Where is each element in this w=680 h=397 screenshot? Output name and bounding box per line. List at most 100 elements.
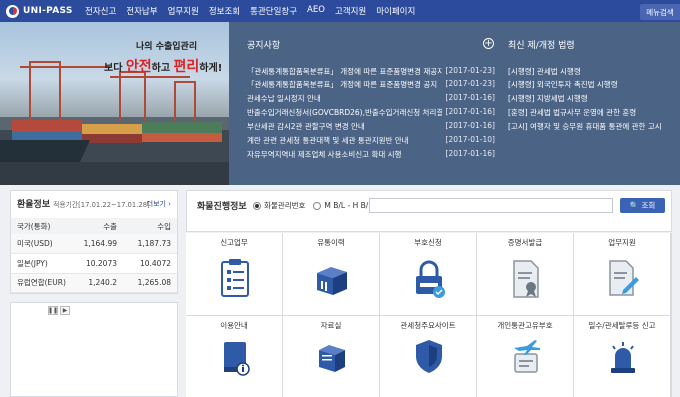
notice-panel: 공지사항 + 「관세통계통합품목분류표」 개정에 따른 표준품명변경 재공지 [2… (229, 22, 496, 185)
service-label: 관세청주요사이트 (400, 320, 456, 330)
service-declaration[interactable]: 신고업무 (186, 233, 282, 315)
radio-cargo-number-label: 화물관리번호 (264, 201, 306, 210)
law-item[interactable]: [훈령] 관세법 법규사무 운영에 관한 훈령 (508, 107, 636, 118)
service-personal-customs-code[interactable]: 개인통관고유부호 (477, 315, 573, 397)
law-panel: 최신 제/개정 법령 [시행령] 관세법 시행령 [시행령] 외국인투자 촉진법… (496, 22, 680, 185)
col-export: 수출 (69, 218, 123, 234)
exchange-title: 환율정보 (17, 200, 51, 210)
play-icon[interactable]: ▶ (60, 306, 70, 315)
menu-my-page[interactable]: 마이페이지 (371, 5, 420, 17)
exchange-period: 적용기간[17.01.22~17.01.28] (53, 201, 150, 209)
radio-bl-number-label: M B/L - H B/L (324, 201, 373, 210)
top-navigation-bar: UNI-PASS 전자신고 전자납부 업무지원 정보조회 통관단일창구 AEO … (0, 0, 680, 22)
service-label: 부호신청 (414, 238, 442, 247)
country-cell: 일본(JPY) (11, 253, 69, 274)
tracking-title: 화물진행정보 (197, 202, 247, 212)
service-label: 신고업무 (220, 238, 248, 247)
search-button[interactable]: 🔍 조회 (620, 198, 665, 213)
service-library[interactable]: 자료실 (283, 315, 379, 397)
service-label: 업무지원 (608, 238, 636, 247)
radio-cargo-number[interactable] (253, 201, 261, 210)
report-icon (221, 259, 249, 297)
menu-work-support[interactable]: 업무지원 (163, 5, 204, 17)
notice-item[interactable]: 「관세통계통합품목분류표」 개정에 따른 표준품명변경 공지 [2017-01-2… (247, 79, 495, 92)
tracking-options: 화물관리번호 M B/L - H B/L (253, 200, 372, 211)
service-major-sites[interactable]: 관세청주요사이트 (380, 315, 476, 397)
import-cell: 10.4072 (123, 253, 177, 274)
certificate-icon (513, 260, 539, 298)
notice-item[interactable]: 자유무역지역내 제조업체 사용소비신고 확대 시행 [2017-01-16] (247, 149, 495, 162)
menu-single-window[interactable]: 통관단일창구 (245, 5, 302, 17)
service-label: 유통이력 (317, 238, 345, 247)
plus-icon[interactable]: + (483, 38, 494, 49)
logo-text: UNI-PASS (23, 6, 73, 16)
service-certificate[interactable]: 증명서발급 (477, 233, 573, 315)
import-cell: 1,187.73 (123, 234, 177, 254)
col-country: 국가(통화) (11, 218, 69, 234)
exchange-table: 국가(통화) 수출 수입 미국(USD) 1,164.99 1,187.73 일… (11, 218, 177, 293)
hero-headline: 나의 수출입관리 (136, 42, 198, 52)
boxes-icon (317, 267, 347, 295)
country-cell: 미국(USD) (11, 234, 69, 254)
menu-e-declaration[interactable]: 전자신고 (80, 5, 121, 17)
hero-slogan: 보다 안전하고 편리하게! (104, 59, 223, 75)
siren-icon (611, 341, 635, 373)
law-title: 최신 제/개정 법령 (508, 41, 575, 51)
notice-item[interactable]: 부산세관 감시2관 관할구역 변경 안내 [2017-01-16] (247, 121, 495, 134)
logo[interactable]: UNI-PASS (0, 4, 80, 18)
banner-controls: ❚❚ ▶ (48, 306, 70, 315)
law-item[interactable]: [고시] 여행자 및 승무원 휴대품 통관에 관한 고시 (508, 121, 662, 132)
service-label: 이용안내 (220, 320, 248, 330)
service-distribution-history[interactable]: 유통이력 (283, 233, 379, 315)
lock-icon (416, 260, 445, 298)
export-cell: 10.2073 (69, 253, 123, 274)
export-cell: 1,164.99 (69, 234, 123, 254)
books-icon (319, 344, 345, 372)
pause-icon[interactable]: ❚❚ (48, 306, 58, 315)
notice-item[interactable]: 「관세통계통합품목분류표」 개정에 따른 표준품명변경 재공지 [2017-01-… (247, 66, 495, 79)
shield-icon (416, 339, 442, 373)
menu-aeo[interactable]: AEO (302, 5, 330, 17)
notice-item[interactable]: 계란 관련 관세청 통관대책 및 세관 통관지원반 안내 [2017-01-10] (247, 135, 495, 148)
table-row: 유럽연합(EUR) 1,240.2 1,265.08 (11, 273, 177, 293)
service-smuggling-report[interactable]: 밀수/관세탈루등 신고 (574, 315, 670, 397)
radio-bl-number[interactable] (313, 201, 322, 210)
import-cell: 1,265.08 (123, 273, 177, 293)
government-emblem-icon (6, 4, 19, 18)
banner-rotator: ❚❚ ▶ (10, 302, 178, 397)
table-header-row: 국가(통화) 수출 수입 (11, 218, 177, 234)
country-cell: 유럽연합(EUR) (11, 273, 69, 293)
notice-title: 공지사항 (247, 41, 281, 51)
menu-e-payment[interactable]: 전자납부 (121, 5, 162, 17)
law-item[interactable]: [시행령] 지방세법 시행령 (508, 93, 588, 104)
menu-info-inquiry[interactable]: 정보조회 (204, 5, 245, 17)
exchange-rate-panel: 환율정보 적용기간[17.01.22~17.01.28] 더보기 › 국가(통화… (10, 190, 178, 294)
law-item[interactable]: [시행령] 외국인투자 촉진법 시행령 (508, 79, 618, 90)
export-cell: 1,240.2 (69, 273, 123, 293)
service-work-support[interactable]: 업무지원 (574, 233, 670, 315)
tracking-input[interactable] (369, 198, 613, 213)
service-label: 자료실 (320, 320, 342, 330)
cargo-tracking-panel: 화물진행정보 화물관리번호 M B/L - H B/L 🔍 조회 (186, 190, 672, 232)
document-pen-icon (609, 260, 639, 296)
hero-banner[interactable]: 나의 수출입관리 보다 안전하고 편리하게! (0, 22, 229, 185)
table-row: 일본(JPY) 10.2073 10.4072 (11, 253, 177, 274)
service-label: 밀수/관세탈루등 신고 (588, 320, 656, 330)
menu-search-button[interactable]: 메뉴검색 (640, 4, 680, 20)
exchange-header: 환율정보 적용기간[17.01.22~17.01.28] (17, 197, 150, 210)
notice-item[interactable]: 관세수납 일시정지 안내 [2017-01-16] (247, 93, 495, 106)
guide-book-icon (224, 341, 250, 376)
plane-icon (514, 339, 540, 373)
service-usage-guide[interactable]: 이용안내 (186, 315, 282, 397)
col-import: 수입 (123, 218, 177, 234)
service-code-request[interactable]: 부호신청 (380, 233, 476, 315)
more-link[interactable]: 더보기 › (147, 199, 171, 209)
service-label: 증명서발급 (507, 238, 543, 247)
table-row: 미국(USD) 1,164.99 1,187.73 (11, 234, 177, 254)
notice-item[interactable]: 반출수입거래신청서(GOVCBRD26),반출수입거래신청 처리결... [201… (247, 107, 495, 120)
service-label: 개인통관고유부호 (497, 320, 553, 330)
menu-customer-support[interactable]: 고객지원 (330, 5, 371, 17)
main-menu: 전자신고 전자납부 업무지원 정보조회 통관단일창구 AEO 고객지원 마이페이… (80, 5, 420, 17)
law-item[interactable]: [시행령] 관세법 시행령 (508, 66, 581, 77)
services-grid: 신고업무 유통이력 부호신청 증명서발급 업무지원 이용안내 자료실 관세청주요… (186, 233, 672, 397)
